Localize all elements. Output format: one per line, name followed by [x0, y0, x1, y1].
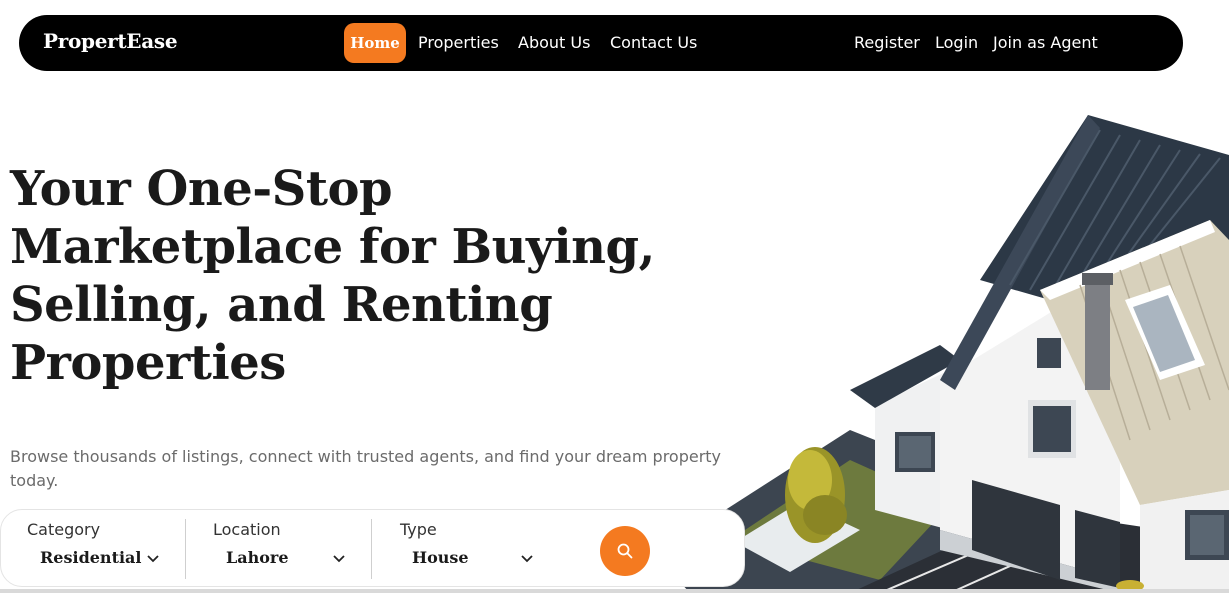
category-label: Category	[27, 520, 101, 539]
navbar: PropertEase Home Properties About Us Con…	[19, 15, 1183, 71]
nav-contact-link[interactable]: Contact Us	[610, 33, 697, 52]
viewport-bottom-edge	[0, 589, 1229, 593]
nav-about-link[interactable]: About Us	[518, 33, 590, 52]
type-dropdown[interactable]: Type House	[372, 510, 582, 588]
property-search-bar: Category Residential Location Lahore Typ…	[0, 509, 745, 587]
category-dropdown[interactable]: Category Residential	[1, 510, 185, 588]
type-value[interactable]: House	[412, 548, 469, 567]
search-button[interactable]	[600, 526, 650, 576]
location-label: Location	[213, 520, 281, 539]
nav-properties-link[interactable]: Properties	[418, 33, 499, 52]
nav-register-link[interactable]: Register	[854, 33, 920, 52]
hero-title: Your One-Stop Marketplace for Buying, Se…	[10, 161, 655, 391]
type-label: Type	[400, 520, 437, 539]
brand-logo[interactable]: PropertEase	[43, 29, 178, 53]
chevron-down-icon[interactable]	[520, 554, 534, 564]
nav-home-button[interactable]: Home	[344, 23, 406, 63]
hero-subtitle: Browse thousands of listings, connect wi…	[10, 447, 722, 490]
nav-join-agent-link[interactable]: Join as Agent	[993, 33, 1098, 52]
location-value[interactable]: Lahore	[226, 548, 289, 567]
location-dropdown[interactable]: Location Lahore	[186, 510, 371, 588]
chevron-down-icon[interactable]	[332, 554, 346, 564]
category-value[interactable]: Residential	[40, 548, 141, 567]
search-icon	[617, 543, 633, 559]
chevron-down-icon[interactable]	[146, 554, 160, 564]
nav-login-link[interactable]: Login	[935, 33, 978, 52]
